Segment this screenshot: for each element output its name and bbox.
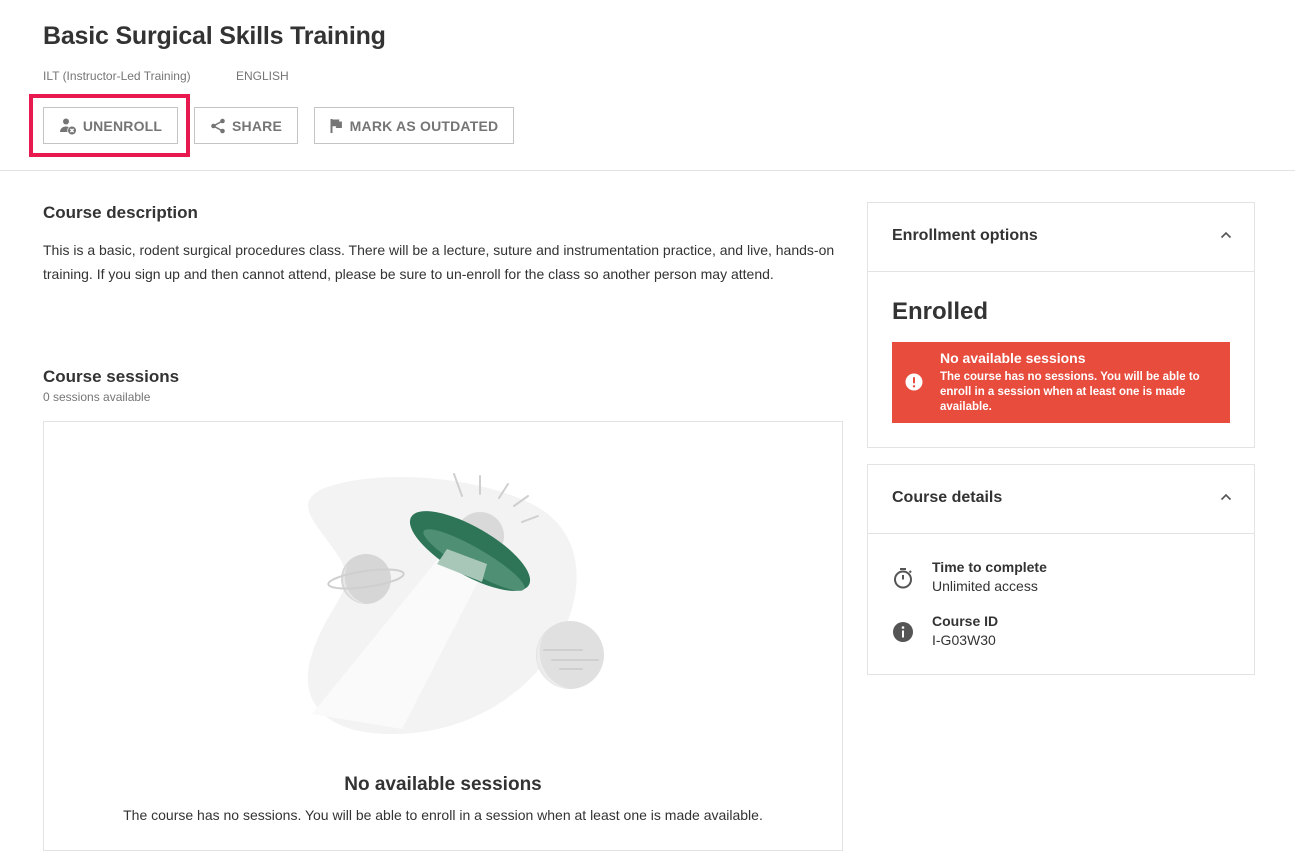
sessions-empty-state: No available sessions The course has no … [43,421,843,851]
unenroll-label: UNENROLL [82,117,163,134]
sessions-count: 0 sessions available [43,390,151,404]
unenroll-button[interactable]: UNENROLL [43,107,178,144]
detail-value: Unlimited access [932,578,1038,594]
empty-state-title: No available sessions [344,774,542,795]
share-icon [211,118,225,133]
course-description-heading: Course description [43,203,198,222]
chevron-up-icon[interactable] [1220,231,1232,239]
detail-value: I-G03W30 [932,632,996,648]
mark-outdated-button[interactable]: MARK AS OUTDATED [314,107,514,144]
course-type: ILT (Instructor-Led Training) [43,69,191,83]
user-remove-icon [59,118,76,134]
flag-icon [330,118,342,133]
alert-title: No available sessions [940,350,1086,366]
enrollment-options-panel: Enrollment options Enrolled No available… [867,202,1255,448]
course-details-panel: Course details Time to complete Unlimite… [867,464,1255,675]
mark-outdated-label: MARK AS OUTDATED [349,117,499,134]
page-title: Basic Surgical Skills Training [43,22,386,50]
enrollment-status: Enrolled [892,298,989,325]
course-details-header[interactable]: Course details [868,465,1254,534]
stopwatch-icon [894,568,912,589]
course-sessions-heading: Course sessions [43,367,180,386]
ufo-illustration [307,473,604,734]
enrollment-options-title: Enrollment options [892,227,1038,244]
detail-label: Time to complete [932,559,1047,575]
info-icon [893,622,913,642]
course-language: ENGLISH [236,69,289,83]
chevron-up-icon[interactable] [1220,493,1232,501]
alert-text: The course has no sessions. You will be … [940,371,1200,413]
no-sessions-alert: No available sessions The course has no … [892,342,1230,423]
course-header: Basic Surgical Skills Training ILT (Inst… [0,0,1295,171]
detail-label: Course ID [932,613,999,629]
course-description-text: This is a basic, rodent surgical procedu… [43,242,835,282]
empty-state-text: The course has no sessions. You will be … [123,807,763,823]
alert-icon [905,373,923,391]
course-details-title: Course details [892,489,1003,506]
share-button[interactable]: SHARE [194,107,298,144]
share-label: SHARE [231,117,282,134]
enrollment-options-header[interactable]: Enrollment options [868,203,1254,272]
